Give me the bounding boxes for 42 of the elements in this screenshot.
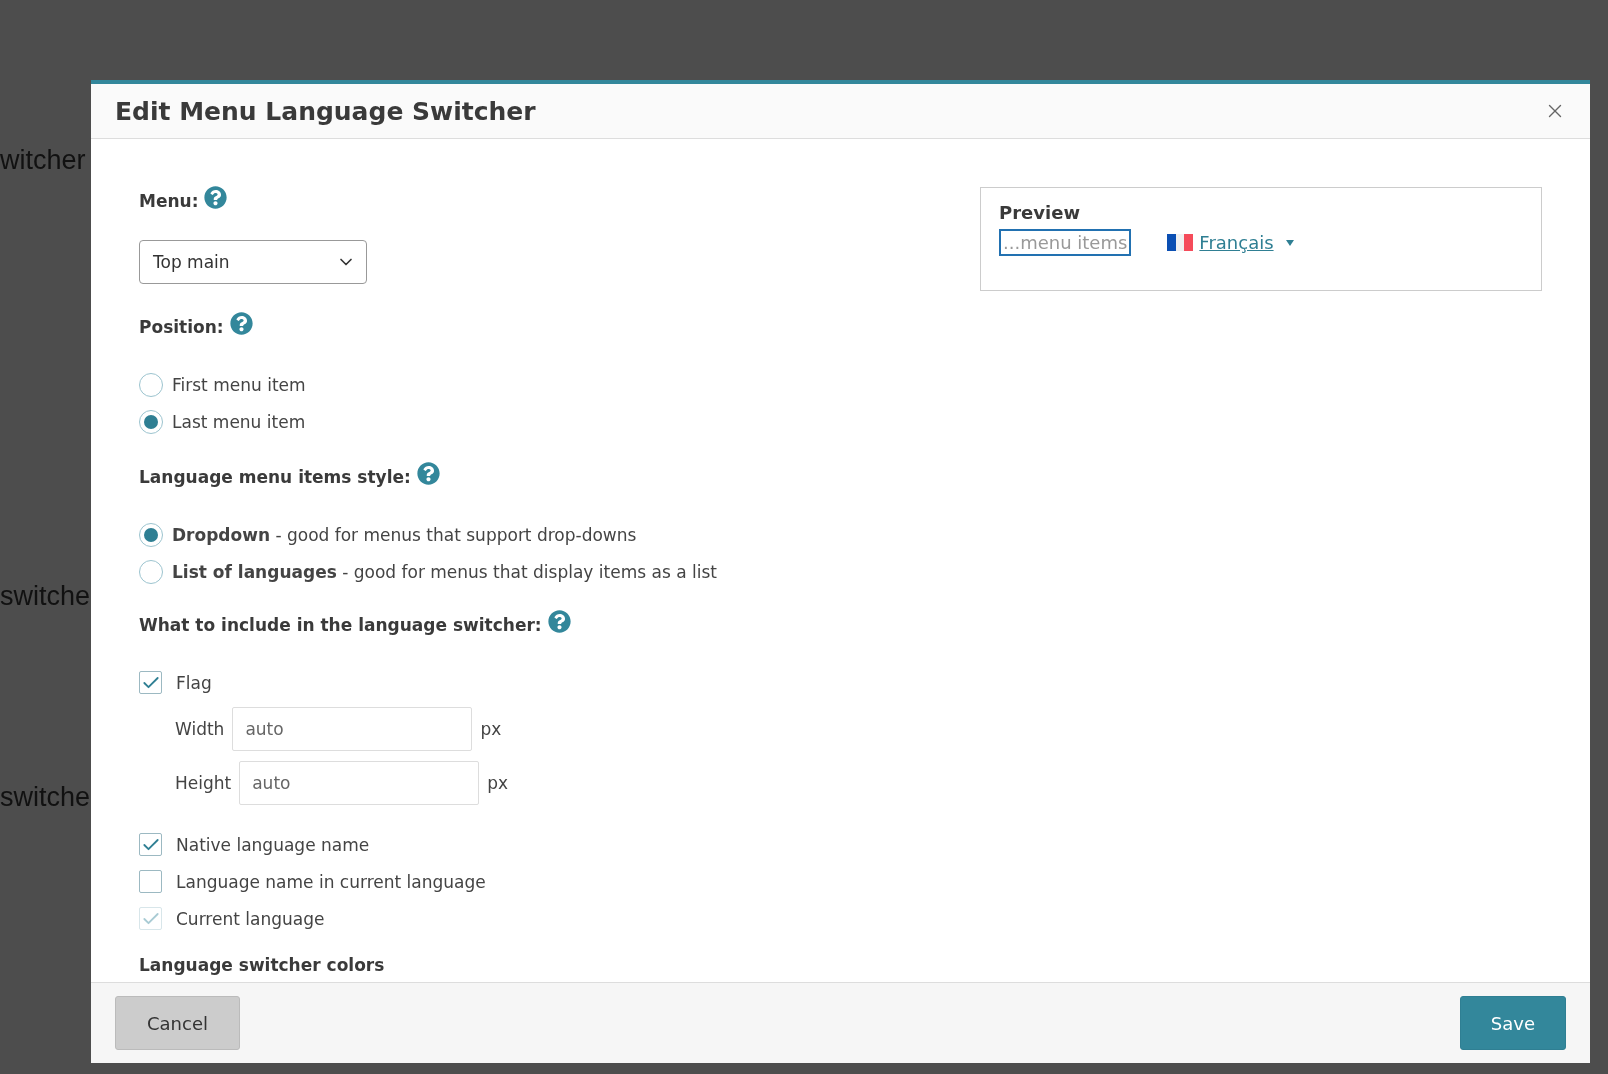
field-label: Language menu items style: xyxy=(139,467,411,487)
radio-label: Last menu item xyxy=(172,411,306,432)
size-input[interactable]: auto xyxy=(232,707,473,751)
help-icon[interactable] xyxy=(416,461,440,485)
radio-button[interactable] xyxy=(139,409,163,434)
help-icon[interactable] xyxy=(547,609,571,633)
radio-label: First menu item xyxy=(172,374,306,395)
checkbox-label: Native language name xyxy=(176,834,370,855)
radio-button[interactable] xyxy=(139,522,163,547)
radio-button[interactable] xyxy=(139,559,163,584)
checkbox[interactable] xyxy=(139,671,162,694)
unit-label: px xyxy=(487,773,509,793)
checkbox[interactable] xyxy=(139,833,162,856)
size-input[interactable]: auto xyxy=(239,761,480,805)
help-icon[interactable] xyxy=(229,311,253,335)
save-button[interactable]: Save xyxy=(1459,996,1566,1050)
menu-select[interactable]: Top main xyxy=(139,240,367,284)
field-label: Menu: xyxy=(139,191,199,211)
checkbox[interactable] xyxy=(139,870,162,893)
field-label: Position: xyxy=(139,317,224,337)
field-label: Width xyxy=(175,719,225,739)
preview-title: Preview xyxy=(999,202,1082,223)
language-link[interactable]: Français xyxy=(1167,232,1294,253)
field-label: Height xyxy=(175,773,232,793)
background-text: switche xyxy=(0,782,91,813)
checkbox-label: Flag xyxy=(176,672,212,693)
checkbox-label: Current language xyxy=(176,908,325,929)
caret-icon xyxy=(1285,239,1294,246)
radio-label: Dropdown - good for menus that support drop-downs xyxy=(172,524,637,545)
cancel-button[interactable]: Cancel xyxy=(115,996,240,1050)
dialog-title: Edit Menu Language Switcher xyxy=(115,96,536,126)
radio-button[interactable] xyxy=(139,372,163,397)
flag-icon xyxy=(1167,234,1194,251)
section-heading: Language switcher colors xyxy=(139,955,386,977)
background-text: switche xyxy=(0,581,91,612)
field-label: What to include in the language switcher: xyxy=(139,615,542,635)
background-text: witcher xyxy=(0,145,86,176)
help-icon[interactable] xyxy=(204,185,228,209)
checkbox-label: Language name in current language xyxy=(176,871,486,892)
radio-label: List of languages - good for menus that display items as a list xyxy=(172,561,717,582)
menu-items-field: ...menu items xyxy=(999,229,1132,256)
unit-label: px xyxy=(480,719,502,739)
